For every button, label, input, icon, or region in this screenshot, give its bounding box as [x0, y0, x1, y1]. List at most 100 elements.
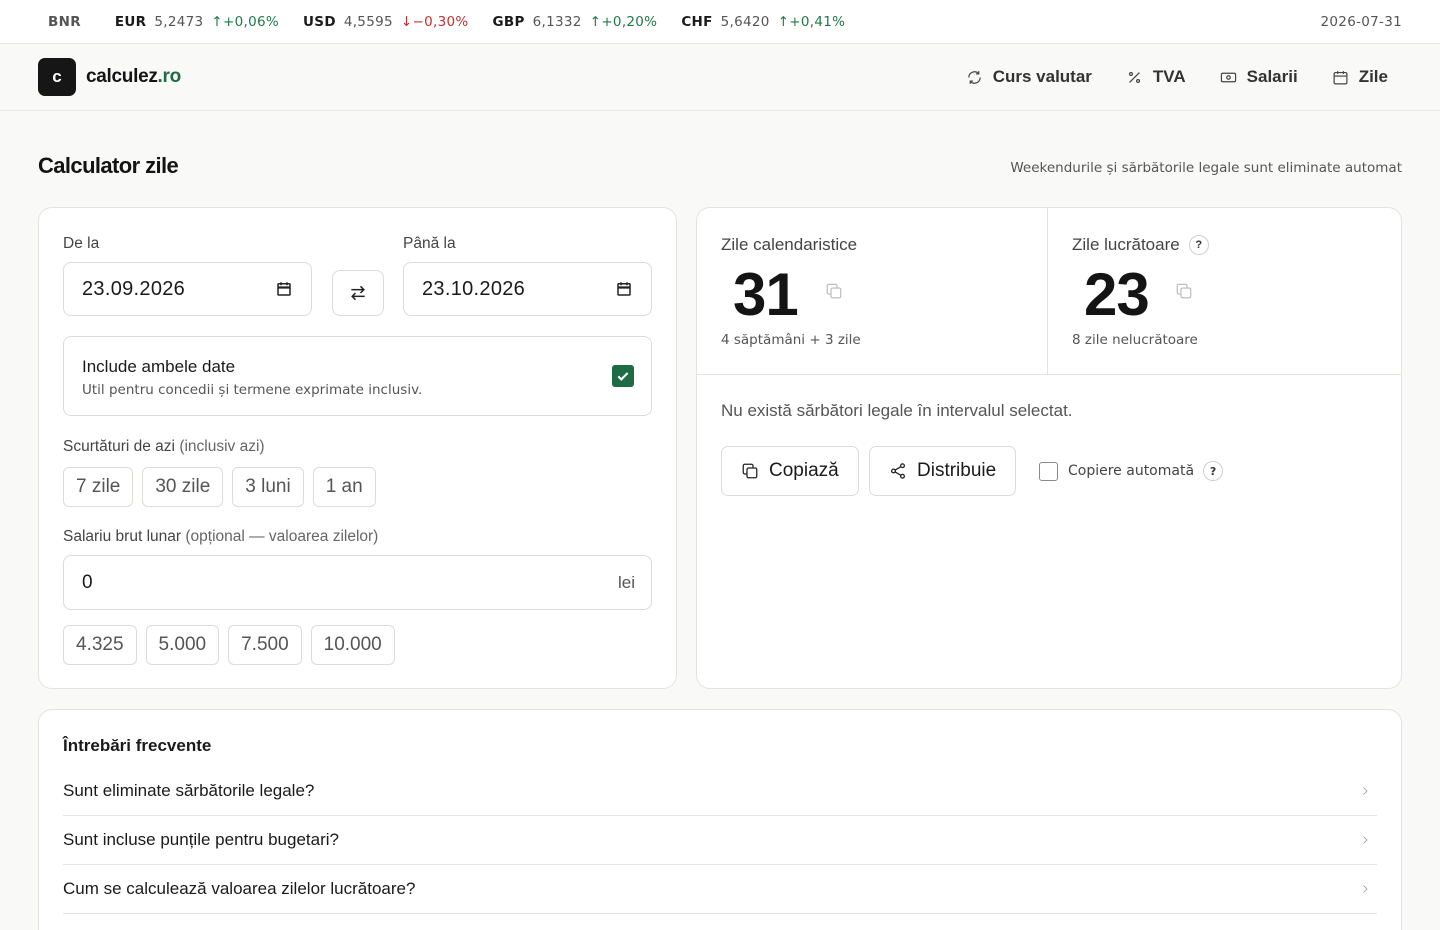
- site-header: c calculez.ro Curs valutar TVA Salarii Z…: [0, 44, 1440, 111]
- shortcut-chip-3-luni[interactable]: 3 luni: [232, 467, 304, 507]
- ticker-code: CHF: [681, 13, 713, 30]
- to-label: Până la: [403, 235, 456, 252]
- salary-input[interactable]: 0 lei: [63, 555, 652, 610]
- salary-value: 0: [82, 571, 93, 593]
- nav-item-zile[interactable]: Zile: [1332, 67, 1388, 87]
- faq-question: Sunt eliminate sărbătorile legale?: [63, 781, 315, 800]
- logo[interactable]: c: [38, 58, 76, 96]
- from-date-input[interactable]: 23.09.2026: [63, 262, 312, 316]
- refresh-icon: [967, 70, 981, 84]
- shortcut-chips: 7 zile 30 zile 3 luni 1 an: [63, 467, 385, 507]
- ticker-change: ↑+0,06%: [211, 13, 280, 30]
- working-days-label-text: Zile lucrătoare: [1072, 235, 1180, 254]
- salary-label-text: Salariu brut lunar: [63, 528, 182, 545]
- faq-title: Întrebări frecvente: [63, 736, 212, 755]
- faq-question: Sunt incluse punțile pentru bugetari?: [63, 830, 339, 849]
- brand-link[interactable]: calculez.ro: [86, 66, 181, 88]
- ticker-code: EUR: [114, 13, 147, 30]
- faq-item[interactable]: Cum se calculează valoarea zilelor lucră…: [63, 865, 1377, 914]
- to-date-input[interactable]: 23.10.2026: [403, 262, 652, 316]
- banknote-icon: [1220, 72, 1236, 82]
- calendar-picker-icon[interactable]: [275, 280, 293, 298]
- faq-card: Întrebări frecvente Sunt eliminate sărbă…: [38, 709, 1402, 930]
- ticker-date: 2026-07-31: [1320, 13, 1402, 30]
- faq-item[interactable]: Sunt eliminate sărbătorile legale?: [63, 767, 1377, 816]
- shortcuts-label-text: Scurtături de azi: [63, 438, 175, 455]
- include-title: Include ambele date: [82, 357, 236, 376]
- page-title: Calculator zile: [38, 153, 179, 178]
- nav-label: TVA: [1152, 67, 1186, 86]
- calendar-days-sub: 4 săptămâni + 3 zile: [721, 332, 861, 348]
- include-both-dates-checkbox[interactable]: [612, 365, 634, 387]
- faq-item[interactable]: Sunt incluse punțile pentru bugetari?: [63, 816, 1377, 865]
- ticker-pair-gbp: GBP 6,1332 ↑+0,20%: [492, 14, 657, 30]
- share-button-label: Distribuie: [917, 460, 997, 481]
- ticker-rate: 5,2473: [154, 13, 204, 30]
- ticker-rate: 4,5595: [343, 13, 393, 30]
- swap-icon: [351, 285, 365, 301]
- include-both-dates-option[interactable]: Include ambele date Util pentru concedii…: [63, 336, 652, 416]
- ticker-code: GBP: [492, 13, 525, 30]
- main-nav: Curs valutar TVA Salarii Zile: [932, 67, 1402, 87]
- salary-unit: lei: [617, 572, 635, 592]
- shortcut-chip-1-an[interactable]: 1 an: [312, 467, 376, 507]
- share-button[interactable]: Distribuie: [869, 446, 1017, 496]
- ticker-change: ↑+0,20%: [589, 13, 658, 30]
- nav-item-salarii[interactable]: Salarii: [1220, 67, 1298, 87]
- shortcuts-hint: (inclusiv azi): [179, 438, 265, 455]
- working-days-stat: Zile lucrătoare ? 23 8 zile nelucrătoare: [1048, 208, 1401, 374]
- calendar-days-value: 31: [733, 261, 799, 328]
- ticker-rate: 5,6420: [720, 13, 770, 30]
- shortcut-chip-30-zile[interactable]: 30 zile: [142, 467, 224, 507]
- copy-button[interactable]: Copiază: [721, 446, 859, 496]
- copy-icon[interactable]: [1175, 282, 1193, 300]
- nav-item-curs-valutar[interactable]: Curs valutar: [966, 67, 1092, 87]
- shortcuts-label: Scurtături de azi (inclusiv azi): [63, 438, 265, 456]
- salary-preset-chip[interactable]: 4.325: [63, 625, 137, 665]
- from-date-value: 23.09.2026: [82, 277, 186, 300]
- salary-hint: (opțional — valoarea zilelor): [185, 528, 379, 545]
- holidays-message: Nu există sărbători legale în intervalul…: [721, 401, 1073, 420]
- salary-preset-chip[interactable]: 10.000: [310, 625, 395, 665]
- exchange-ticker: BNR EUR 5,2473 ↑+0,06% USD 4,5595 ↓−0,30…: [0, 0, 1440, 44]
- input-card: De la 23.09.2026 Până la 23.10.2026 Incl…: [38, 207, 677, 689]
- autocopy-option[interactable]: Copiere automată ?: [1039, 461, 1224, 481]
- nav-label: Salarii: [1246, 67, 1298, 86]
- salary-preset-chips: 4.325 5.000 7.500 10.000: [63, 625, 404, 665]
- help-icon[interactable]: ?: [1203, 461, 1224, 481]
- from-label: De la: [63, 235, 100, 252]
- checkmark-icon: [617, 372, 629, 381]
- salary-preset-chip[interactable]: 7.500: [228, 625, 302, 665]
- salary-label: Salariu brut lunar (opțional — valoarea …: [63, 528, 378, 546]
- percent-icon: [1128, 71, 1140, 83]
- swap-dates-button[interactable]: [332, 270, 384, 316]
- ticker-pair-usd: USD 4,5595 ↓−0,30%: [303, 14, 468, 30]
- include-subtitle: Util pentru concedii și termene exprimat…: [82, 382, 423, 398]
- calendar-picker-icon[interactable]: [615, 280, 633, 298]
- ticker-change: ↓−0,30%: [400, 13, 469, 30]
- ticker-pair-chf: CHF 5,6420 ↑+0,41%: [681, 14, 845, 30]
- faq-question: Cum se calculează valoarea zilelor lucră…: [63, 879, 416, 898]
- ticker-code: USD: [303, 13, 336, 30]
- share-icon: [890, 463, 906, 479]
- results-card: Zile calendaristice 31 4 săptămâni + 3 z…: [696, 207, 1402, 689]
- calendar-icon: [1333, 70, 1348, 84]
- copy-icon: [742, 463, 758, 479]
- autocopy-checkbox[interactable]: [1039, 461, 1058, 481]
- working-days-value: 23: [1084, 261, 1150, 328]
- ticker-source: BNR: [48, 13, 81, 30]
- ticker-rate: 6,1332: [532, 13, 582, 30]
- help-icon[interactable]: ?: [1188, 235, 1209, 255]
- nav-label: Curs valutar: [992, 67, 1092, 86]
- autocopy-label: Copiere automată: [1068, 463, 1195, 479]
- calendar-days-label: Zile calendaristice: [721, 235, 858, 254]
- brand-tld: .ro: [157, 66, 182, 87]
- to-date-value: 23.10.2026: [422, 277, 526, 300]
- copy-icon[interactable]: [825, 282, 843, 300]
- brand-name: calculez: [86, 66, 158, 87]
- shortcut-chip-7-zile[interactable]: 7 zile: [63, 467, 134, 507]
- divider: [697, 374, 1401, 375]
- salary-preset-chip[interactable]: 5.000: [145, 625, 220, 665]
- nav-item-tva[interactable]: TVA: [1126, 67, 1186, 87]
- logo-letter: c: [52, 67, 62, 86]
